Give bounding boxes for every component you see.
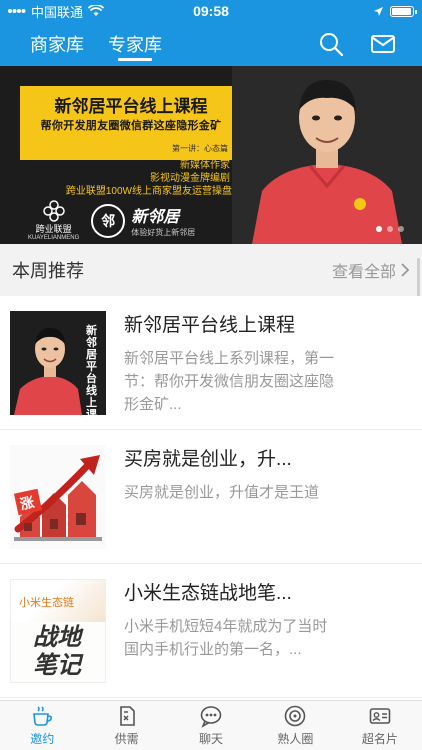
banner-lecture: 第一讲：心态篇 <box>172 144 228 153</box>
tab-acquaintances[interactable]: 熟人圈 <box>253 701 337 750</box>
banner-role-3: 跨业联盟100W线上商家盟友运营操盘手 <box>65 186 242 197</box>
nav-icons <box>318 31 422 57</box>
item-title: 小米生态链战地笔... <box>124 583 292 604</box>
status-left: 中国联通 <box>8 2 105 21</box>
wifi-icon <box>88 5 105 16</box>
xinlinju-text: 新邻居 体验好货上新邻居 <box>131 203 195 238</box>
item-desc: 小米手机短短4年就成为了当时国内手机行业的第一名，... <box>124 618 328 658</box>
circle-icon <box>285 705 306 727</box>
xinlinju-tag: 体验好货上新邻居 <box>131 228 196 237</box>
tab-super-card[interactable]: 超名片 <box>338 701 422 750</box>
tab-expert-library[interactable]: 专家库 <box>108 22 162 66</box>
thumb-big-title: 战地笔记 <box>33 624 81 679</box>
status-bar: 中国联通 09:58 <box>0 0 422 22</box>
section-header: 本周推荐 查看全部 <box>0 244 422 296</box>
search-icon[interactable] <box>318 31 344 57</box>
item-thumbnail: 小米生态链 战地笔记 <box>10 579 106 683</box>
tab-supply-demand[interactable]: 供需 <box>84 701 168 750</box>
thumb-vertical-title: 新邻居平台线上课程 <box>86 325 97 415</box>
item-desc: 买房就是创业，升值才是王道 <box>124 484 320 501</box>
thumb-brand-label: 小米生态链 <box>19 597 74 609</box>
pager-dot[interactable] <box>398 226 404 232</box>
xinlinju-mark: 邻 <box>91 203 126 238</box>
course-banner[interactable]: 新邻居平台线上课程 帮你开发朋友圈微信群这座隐形金矿 第一讲：心态篇 导师简介：… <box>0 66 422 244</box>
tab-invite[interactable]: 邀约 <box>0 701 84 750</box>
tab-merchant-library[interactable]: 商家库 <box>30 22 84 66</box>
status-right <box>373 5 417 17</box>
item-title: 新邻居平台线上课程 <box>124 315 296 336</box>
tab-chat-label: 聊天 <box>199 732 224 746</box>
scrollbar[interactable] <box>417 258 420 298</box>
item-desc: 新邻居平台线上系列课程，第一节：帮你开发微信朋友圈这座隐形金矿... <box>124 350 335 413</box>
list-item[interactable]: 新邻居平台线上课程 新邻居平台线上课程 新邻居平台线上系列课程，第一节：帮你开发… <box>0 296 422 430</box>
pager-dot[interactable] <box>376 226 382 232</box>
pager-dot[interactable] <box>387 226 393 232</box>
chat-icon <box>200 706 222 728</box>
banner-pager[interactable] <box>376 226 404 232</box>
view-all-label: 查看全部 <box>331 264 396 281</box>
tab-supply-label: 供需 <box>114 732 139 746</box>
chevron-right-icon <box>401 263 410 277</box>
card-icon <box>369 708 391 724</box>
tab-circle-label: 熟人圈 <box>277 732 314 746</box>
battery-icon <box>390 5 417 17</box>
item-thumbnail: 涨 <box>10 445 106 549</box>
list-item[interactable]: 涨 买房就是创业，升... 买房就是创业，升值才是王道 <box>0 430 422 564</box>
kuaye-logo-label: 跨业联盟 <box>35 224 72 234</box>
tab-chat[interactable]: 聊天 <box>169 701 253 750</box>
flower-icon <box>42 200 65 222</box>
document-icon <box>119 706 135 726</box>
banner-title: 新邻居平台线上课程 <box>54 97 208 116</box>
section-title: 本周推荐 <box>12 261 84 281</box>
xinlinju-logo: 邻 新邻居 体验好货上新邻居 <box>91 203 195 238</box>
banner-mentor: 导师简介：刘旋 <box>24 147 94 158</box>
signal-icon <box>8 9 26 13</box>
mail-icon[interactable] <box>370 31 396 57</box>
kuaye-logo-sub: KUAYELIANMENG <box>28 235 80 241</box>
list-item[interactable]: 小米生态链 战地笔记 小米生态链战地笔... 小米手机短短4年就成为了当时国内手… <box>0 564 422 698</box>
banner-logos: 跨业联盟 KUAYELIANMENG 邻 新邻居 体验好货上新邻居 <box>28 200 195 241</box>
tab-bar: 邀约 供需 聊天 熟人圈 超名片 <box>0 700 422 750</box>
battery-fill <box>392 7 411 15</box>
recommend-list: 新邻居平台线上课程 新邻居平台线上课程 新邻居平台线上系列课程，第一节：帮你开发… <box>0 296 422 700</box>
item-title: 买房就是创业，升... <box>124 449 292 470</box>
banner-speaker-photo <box>232 66 422 244</box>
banner-subtitle: 帮你开发朋友圈微信群这座隐形金矿 <box>40 120 222 132</box>
view-all-link[interactable]: 查看全部 <box>332 258 410 282</box>
cup-icon <box>33 706 53 726</box>
tab-card-label: 超名片 <box>361 732 398 746</box>
kuaye-logo: 跨业联盟 KUAYELIANMENG <box>28 200 79 241</box>
carrier-label: 中国联通 <box>31 4 84 20</box>
xinlinju-name: 新邻居 <box>131 209 180 226</box>
tab-invite-label: 邀约 <box>30 732 55 746</box>
item-thumbnail: 新邻居平台线上课程 <box>10 311 106 415</box>
nav-bar: 商家库 专家库 <box>0 22 422 66</box>
location-icon <box>374 6 383 16</box>
